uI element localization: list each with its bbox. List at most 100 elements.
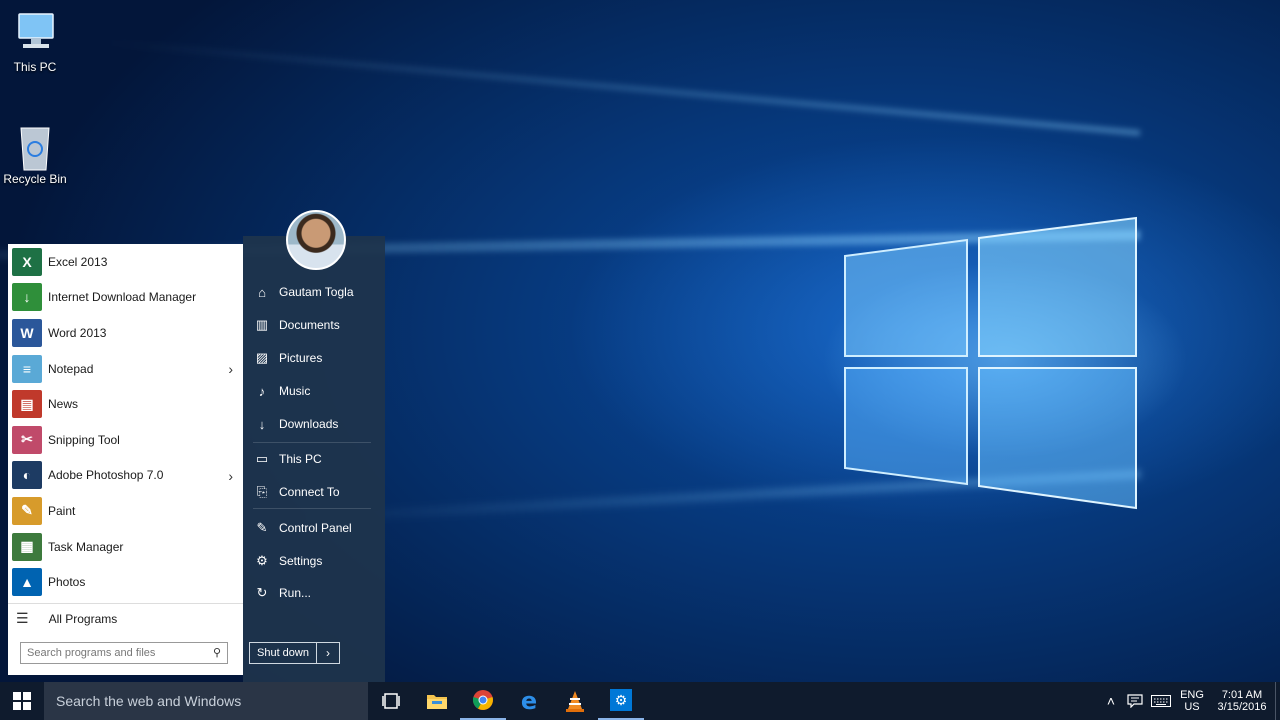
excel-icon: X [12,247,42,276]
recycle-bin-icon [11,122,59,171]
language-label: ENG [1180,689,1204,701]
notification-icon[interactable] [1124,682,1146,720]
place-item[interactable]: ⚙ Settings [253,553,378,569]
start-search-input[interactable]: Search programs and files ⚲ [20,642,228,664]
desktop-icon-this-pc[interactable]: This PC [0,10,70,74]
app-item-label: Adobe Photoshop 7.0 [48,468,164,483]
app-item[interactable]: ▤ News [8,386,243,422]
app-item[interactable]: ↓ Internet Download Manager [8,280,243,316]
wallpaper-light-beam [103,39,1141,136]
music-icon: ♪ [258,383,266,399]
clock-time: 7:01 AM [1221,689,1263,701]
show-hidden-icons-chevron[interactable]: ˄ [1100,682,1122,720]
place-item-label: Settings [279,554,323,568]
app-item-label: Internet Download Manager [48,290,197,305]
task-manager-icon: ▦ [12,532,42,561]
shutdown-options-arrow[interactable]: › [317,643,339,663]
place-item-label: Run... [279,586,312,600]
place-item[interactable]: ↻ Run... [253,585,378,601]
app-item[interactable]: ◐ Adobe Photoshop 7.0 › [8,458,243,494]
shutdown-label: Shut down [250,643,317,663]
clock-date: 3/15/2016 [1217,701,1267,713]
settings-app-icon[interactable]: ⚙ [598,682,644,720]
place-item[interactable]: ⎘ Connect To [253,484,378,500]
app-item-label: Paint [48,503,76,518]
search-placeholder: Search programs and files [27,647,156,659]
pictures-icon: ▨ [255,350,269,365]
connect-to-icon: ⎘ [256,484,268,499]
all-programs-label: All Programs [48,611,118,626]
app-item-label: News [48,397,79,412]
app-item[interactable]: ▦ Task Manager [8,529,243,565]
file-explorer-icon[interactable] [414,682,460,720]
place-item[interactable]: ✎ Control Panel [253,520,378,536]
all-programs-button[interactable]: ☰ All Programs [8,603,243,633]
start-menu-programs-panel: X Excel 2013 ↓ Internet Download Manager W Wo… [8,244,243,675]
place-item-label: Music [279,384,311,398]
app-item[interactable]: ≡ Notepad › [8,351,243,387]
app-item[interactable]: ▲ Photos [8,564,243,600]
show-desktop-button[interactable] [1275,682,1280,720]
taskbar-search-text: Search the web and Windows [56,693,242,709]
place-item[interactable]: ▭ This PC [253,451,378,467]
downloads-icon: ↓ [258,416,266,432]
desktop-icon-label: Recycle Bin [3,172,67,186]
paint-icon: ✎ [12,496,42,525]
desktop-icon-recycle-bin[interactable]: Recycle Bin [0,122,70,186]
taskbar: Search the web and Windows e ⚙ ˄ ENG US … [0,682,1280,720]
app-item-label: Photos [48,575,86,590]
app-item-label: Snipping Tool [48,432,120,447]
taskbar-search-box[interactable]: Search the web and Windows [44,682,368,720]
word-icon: W [12,318,42,347]
monitor-icon [11,10,59,56]
place-item[interactable]: ♪ Music [253,383,378,399]
place-item-label: Gautam Togla [279,285,354,299]
windows-start-icon [13,692,31,710]
menu-separator [253,508,371,509]
place-item-label: Connect To [279,485,340,499]
place-item-label: Pictures [279,351,323,365]
clock[interactable]: 7:01 AM 3/15/2016 [1210,682,1274,720]
vlc-icon[interactable] [552,682,598,720]
photos-icon: ▲ [12,568,42,597]
place-item[interactable]: ▨ Pictures [253,350,378,366]
app-item-label: Excel 2013 [48,254,108,269]
app-item[interactable]: ✎ Paint [8,493,243,529]
place-item-label: Control Panel [279,521,352,535]
desktop-icon-label: This PC [13,60,57,74]
app-item[interactable]: W Word 2013 [8,315,243,351]
list-icon: ☰ [16,610,29,626]
place-item-label: Downloads [279,417,339,431]
app-item[interactable]: X Excel 2013 [8,244,243,280]
edge-icon[interactable]: e [506,682,552,720]
app-item-label: Word 2013 [48,325,107,340]
idm-icon: ↓ [12,283,42,312]
start-menu-places-panel: ⌂ Gautam Togla ▥ Documents ▨ Pictures ♪ Music ↓ D… [243,236,385,682]
control-panel-icon: ✎ [256,520,268,535]
start-button[interactable] [0,682,44,720]
user-avatar[interactable] [286,210,346,270]
region-label: US [1184,701,1200,713]
app-list: X Excel 2013 ↓ Internet Download Manager W Wo… [8,244,243,600]
this-pc-icon: ▭ [255,451,269,466]
wallpaper-windows-logo [844,216,1137,510]
settings-icon: ⚙ [256,553,268,568]
run-icon: ↻ [256,585,268,600]
chevron-right-icon[interactable]: › [228,468,233,484]
shutdown-button[interactable]: Shut down › [249,642,340,664]
documents-icon: ▥ [255,317,269,332]
place-item[interactable]: ↓ Downloads [253,416,378,432]
chrome-icon[interactable] [460,682,506,720]
keyboard-icon[interactable] [1148,682,1174,720]
place-item[interactable]: ⌂ Gautam Togla [253,284,378,300]
task-view-icon[interactable] [368,682,414,720]
app-item[interactable]: ✂ Snipping Tool [8,422,243,458]
input-language[interactable]: ENG US [1176,682,1208,720]
chevron-right-icon[interactable]: › [228,361,233,377]
search-icon: ⚲ [212,647,221,659]
snipping-tool-icon: ✂ [12,425,42,454]
user-folder-icon: ⌂ [258,284,266,300]
place-item[interactable]: ▥ Documents [253,317,378,333]
menu-separator [253,442,371,443]
app-item-label: Notepad [48,361,94,376]
